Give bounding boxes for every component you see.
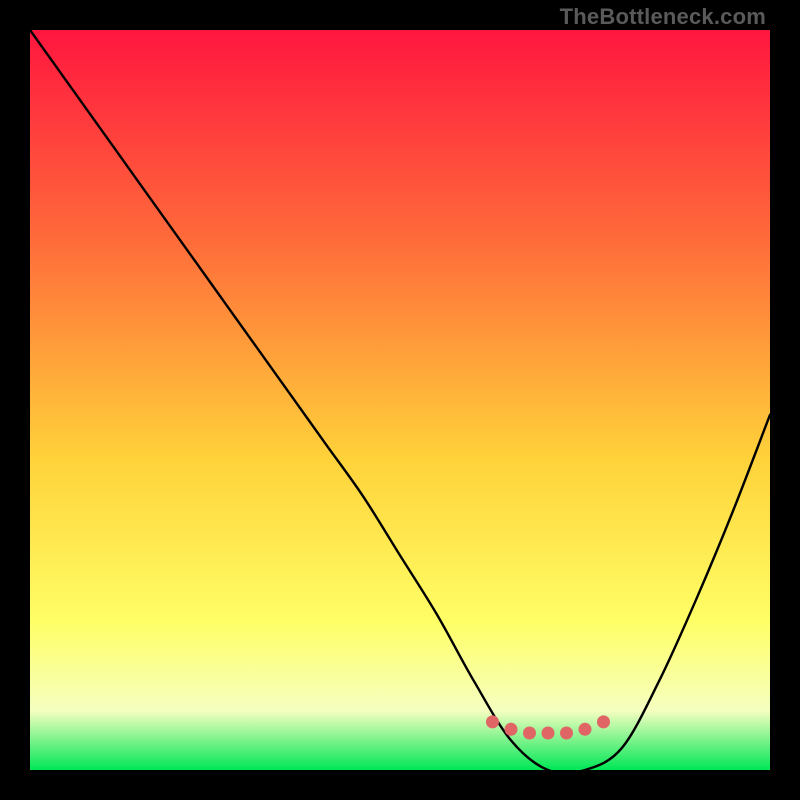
bottleneck-chart — [30, 30, 770, 770]
marker-dot — [505, 723, 518, 736]
marker-dot — [486, 715, 499, 728]
marker-dot — [579, 723, 592, 736]
chart-frame: TheBottleneck.com — [0, 0, 800, 800]
plot-area — [30, 30, 770, 770]
marker-dot — [523, 727, 536, 740]
marker-dot — [542, 727, 555, 740]
marker-dot — [560, 727, 573, 740]
watermark-text: TheBottleneck.com — [560, 4, 766, 30]
marker-dot — [597, 715, 610, 728]
gradient-background — [30, 30, 770, 770]
